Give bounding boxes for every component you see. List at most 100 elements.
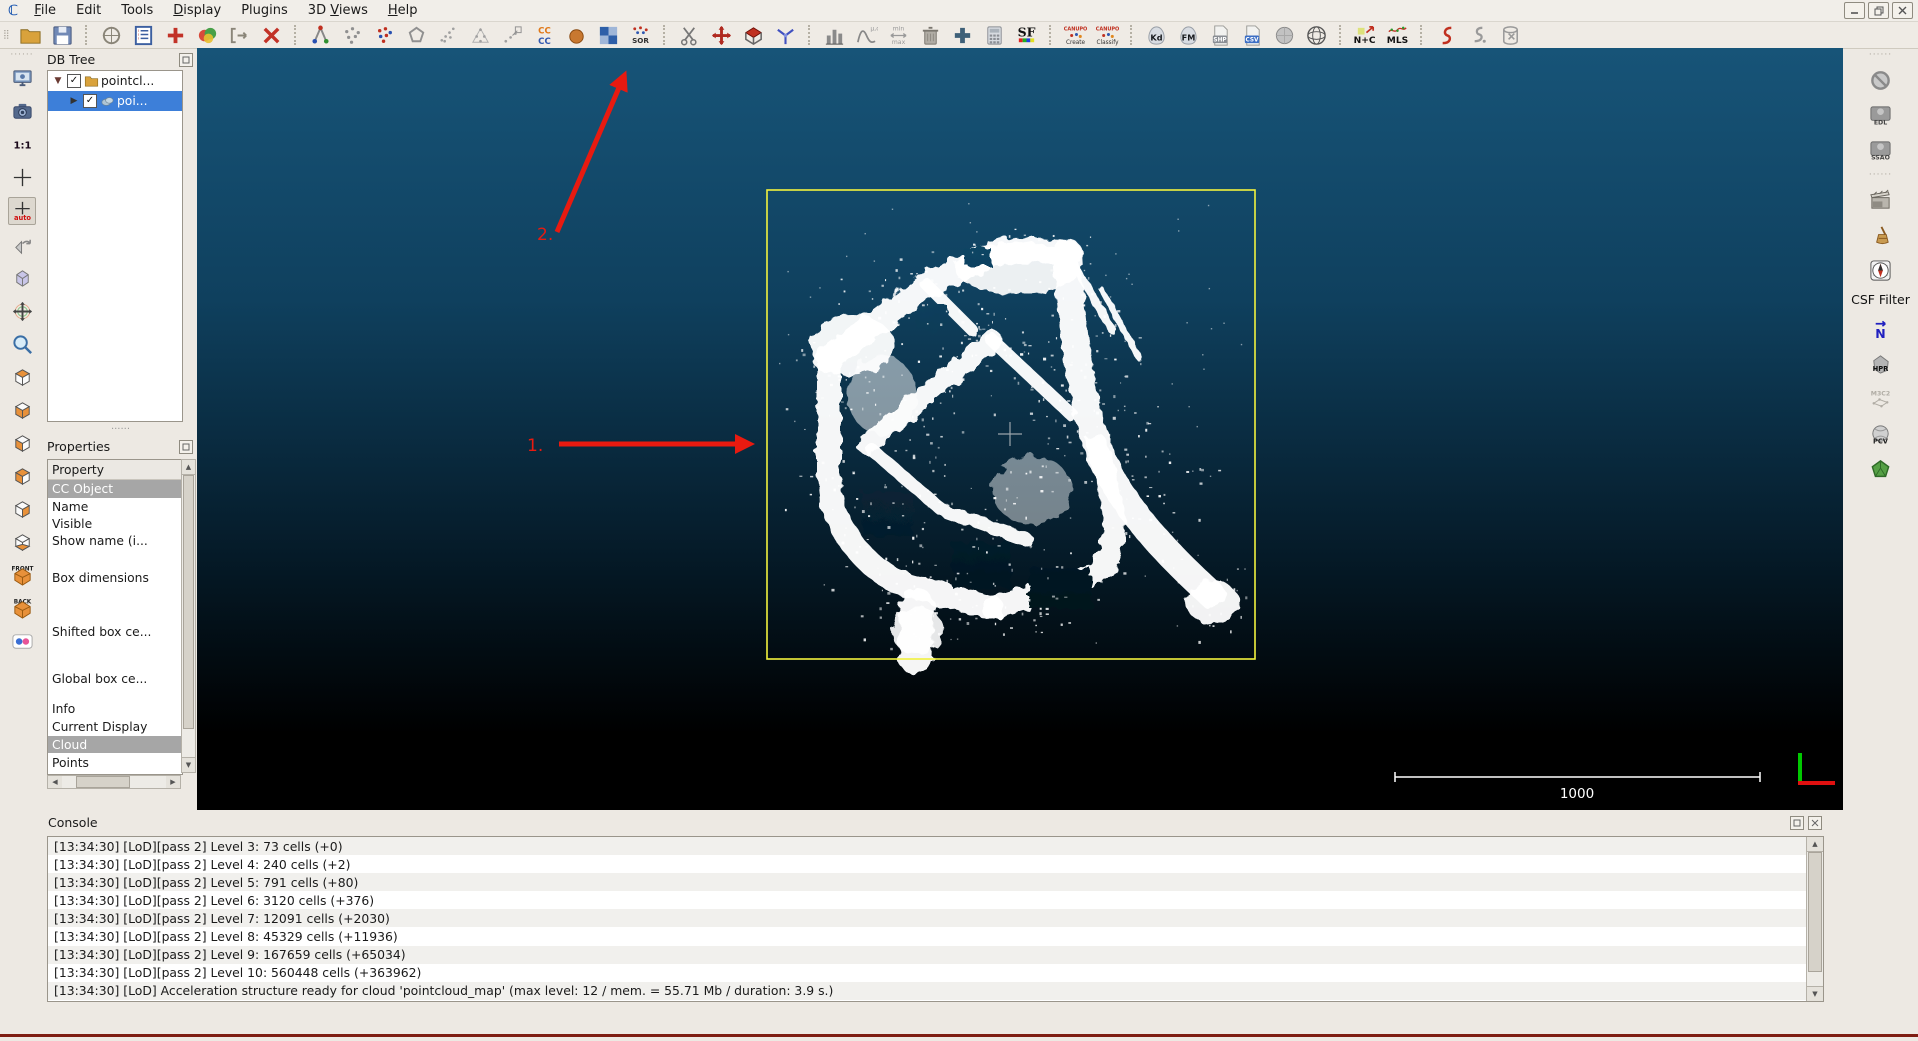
console-close-button[interactable] [1808,816,1822,830]
pan-view-icon[interactable] [9,298,35,324]
scrollbar-thumb[interactable] [183,475,194,729]
merge-clouds-icon[interactable] [196,23,220,47]
properties-vertical-scrollbar[interactable]: ▲ ▼ [181,459,196,773]
open-file-icon[interactable] [19,23,43,47]
cloud-sample-icon[interactable] [565,23,589,47]
console-vertical-scrollbar[interactable]: ▲ ▼ [1806,837,1823,1001]
hpr-plugin-icon[interactable]: HPR [1868,351,1894,377]
mls-smoothing-icon[interactable]: MLS [1386,23,1410,47]
close-button[interactable] [1892,2,1913,19]
view-bottom-icon[interactable] [9,529,35,555]
property-row-points[interactable]: Points [48,753,182,772]
view-left-icon[interactable] [9,430,35,456]
scatter-tool-1-icon[interactable] [437,23,461,47]
3d-viewport[interactable]: 1.2.1000 [197,48,1843,810]
normals-and-curvature-icon[interactable]: N+C [1354,23,1378,47]
export-csv-icon[interactable]: CSV [1241,23,1265,47]
render-display-icon[interactable] [9,65,35,91]
m3c2-plugin-icon[interactable]: M3C2 [1868,386,1894,412]
zoom-1-1-icon[interactable]: 1:1 [9,131,35,157]
animation-plugin-icon[interactable] [1868,187,1894,213]
cylinder-tool-icon[interactable] [1499,23,1523,47]
visibility-checkbox[interactable]: ✓ [67,74,81,88]
scroll-down-icon[interactable]: ▼ [1807,986,1823,1001]
facets-plugin-icon[interactable] [1868,456,1894,482]
delete-scalar-field-icon[interactable] [919,23,943,47]
no-filter-icon[interactable] [1868,67,1894,93]
point-pair-align-icon[interactable] [373,23,397,47]
scatter-tool-2-icon[interactable] [469,23,493,47]
left-toolbar-handle[interactable]: ······ [10,52,33,58]
apply-transformation-icon[interactable] [132,23,156,47]
restore-button[interactable] [1868,2,1889,19]
scalar-fields-icon[interactable]: SF [1015,23,1039,47]
point-list-picking-icon[interactable] [341,23,365,47]
property-row-global-box-ce-[interactable]: Global box ce... [48,657,182,700]
sphere-tool-icon[interactable] [1273,23,1297,47]
rotation-mode-icon[interactable] [9,232,35,258]
expander-icon[interactable]: ▶ [68,96,80,106]
tree-item-pointcl[interactable]: ▼✓pointcl... [48,71,182,91]
expander-icon[interactable]: ▼ [52,76,64,86]
auto-pick-rotation-center-icon[interactable]: auto [8,197,36,225]
property-row-show-name-i-[interactable]: Show name (i... [48,532,182,549]
histogram-icon[interactable] [823,23,847,47]
menu-help[interactable]: Help [378,2,428,19]
clipping-box-icon[interactable] [742,23,766,47]
view-front-icon[interactable] [9,397,35,423]
subsample-icon[interactable] [228,23,252,47]
globe-projection-icon[interactable] [1305,23,1329,47]
ssao-filter-icon[interactable]: SSAO [1868,137,1894,163]
edl-filter-icon[interactable]: EDL [1868,102,1894,128]
translate-rotate-icon[interactable] [710,23,734,47]
segment-icon[interactable] [405,23,429,47]
canupo-create-icon[interactable]: CANUPOCreate [1064,23,1088,47]
view-right-icon[interactable] [9,496,35,522]
menu-plugins[interactable]: Plugins [231,2,298,19]
scrollbar-thumb[interactable] [76,776,130,788]
pick-rotation-center-icon[interactable] [9,164,35,190]
property-row-visible[interactable]: Visible [48,515,182,532]
view-back-icon[interactable] [9,463,35,489]
spline-points-icon[interactable] [1467,23,1491,47]
screenshot-icon[interactable] [9,98,35,124]
scroll-up-icon[interactable]: ▲ [182,460,195,475]
view-iso-back-icon[interactable]: BACK [9,595,35,621]
menu-display[interactable]: Display [163,2,231,19]
clone-icon[interactable] [164,23,188,47]
panel-splitter[interactable]: ······ [44,426,197,434]
scrollbar-thumb[interactable] [1808,852,1822,972]
global-shift-settings-icon[interactable] [100,23,124,47]
minimize-button[interactable] [1844,2,1865,19]
properties-horizontal-scrollbar[interactable]: ◀ ▶ [47,775,181,789]
normals-plugin-icon[interactable]: N [1868,316,1894,342]
export-shp-icon[interactable]: SHP [1209,23,1233,47]
interpolate-colors-icon[interactable] [597,23,621,47]
stereo-mode-icon[interactable] [9,628,35,654]
view-top-icon[interactable] [9,364,35,390]
scroll-left-icon[interactable]: ◀ [48,776,62,788]
cc-compare-icon[interactable]: CCCC [533,23,557,47]
property-row-box-dimensions[interactable]: Box dimensions [48,549,182,607]
right-toolbar-handle[interactable]: ······ [1869,52,1892,58]
menu-tools[interactable]: Tools [111,2,163,19]
zoom-view-icon[interactable] [9,331,35,357]
scroll-right-icon[interactable]: ▶ [166,776,180,788]
property-row-name[interactable]: Name [48,498,182,515]
perspective-view-icon[interactable] [9,265,35,291]
menu-file[interactable]: File [24,2,66,19]
clean-broom-plugin-icon[interactable] [1868,222,1894,248]
scroll-up-icon[interactable]: ▲ [1807,837,1823,852]
add-scalar-field-icon[interactable] [951,23,975,47]
save-file-icon[interactable] [51,23,75,47]
trace-polyline-icon[interactable] [774,23,798,47]
properties-float-button[interactable] [179,440,193,454]
cross-section-scissors-icon[interactable] [678,23,702,47]
db-tree-float-button[interactable] [179,53,193,67]
pcv-plugin-icon[interactable]: PCV [1868,421,1894,447]
csf-filter-plugin-icon[interactable] [1868,257,1894,283]
point-picking-icon[interactable] [309,23,333,47]
fast-marching-icon[interactable]: FM [1177,23,1201,47]
delete-icon[interactable] [260,23,284,47]
canupo-classify-icon[interactable]: CANUPOClassify [1096,23,1120,47]
